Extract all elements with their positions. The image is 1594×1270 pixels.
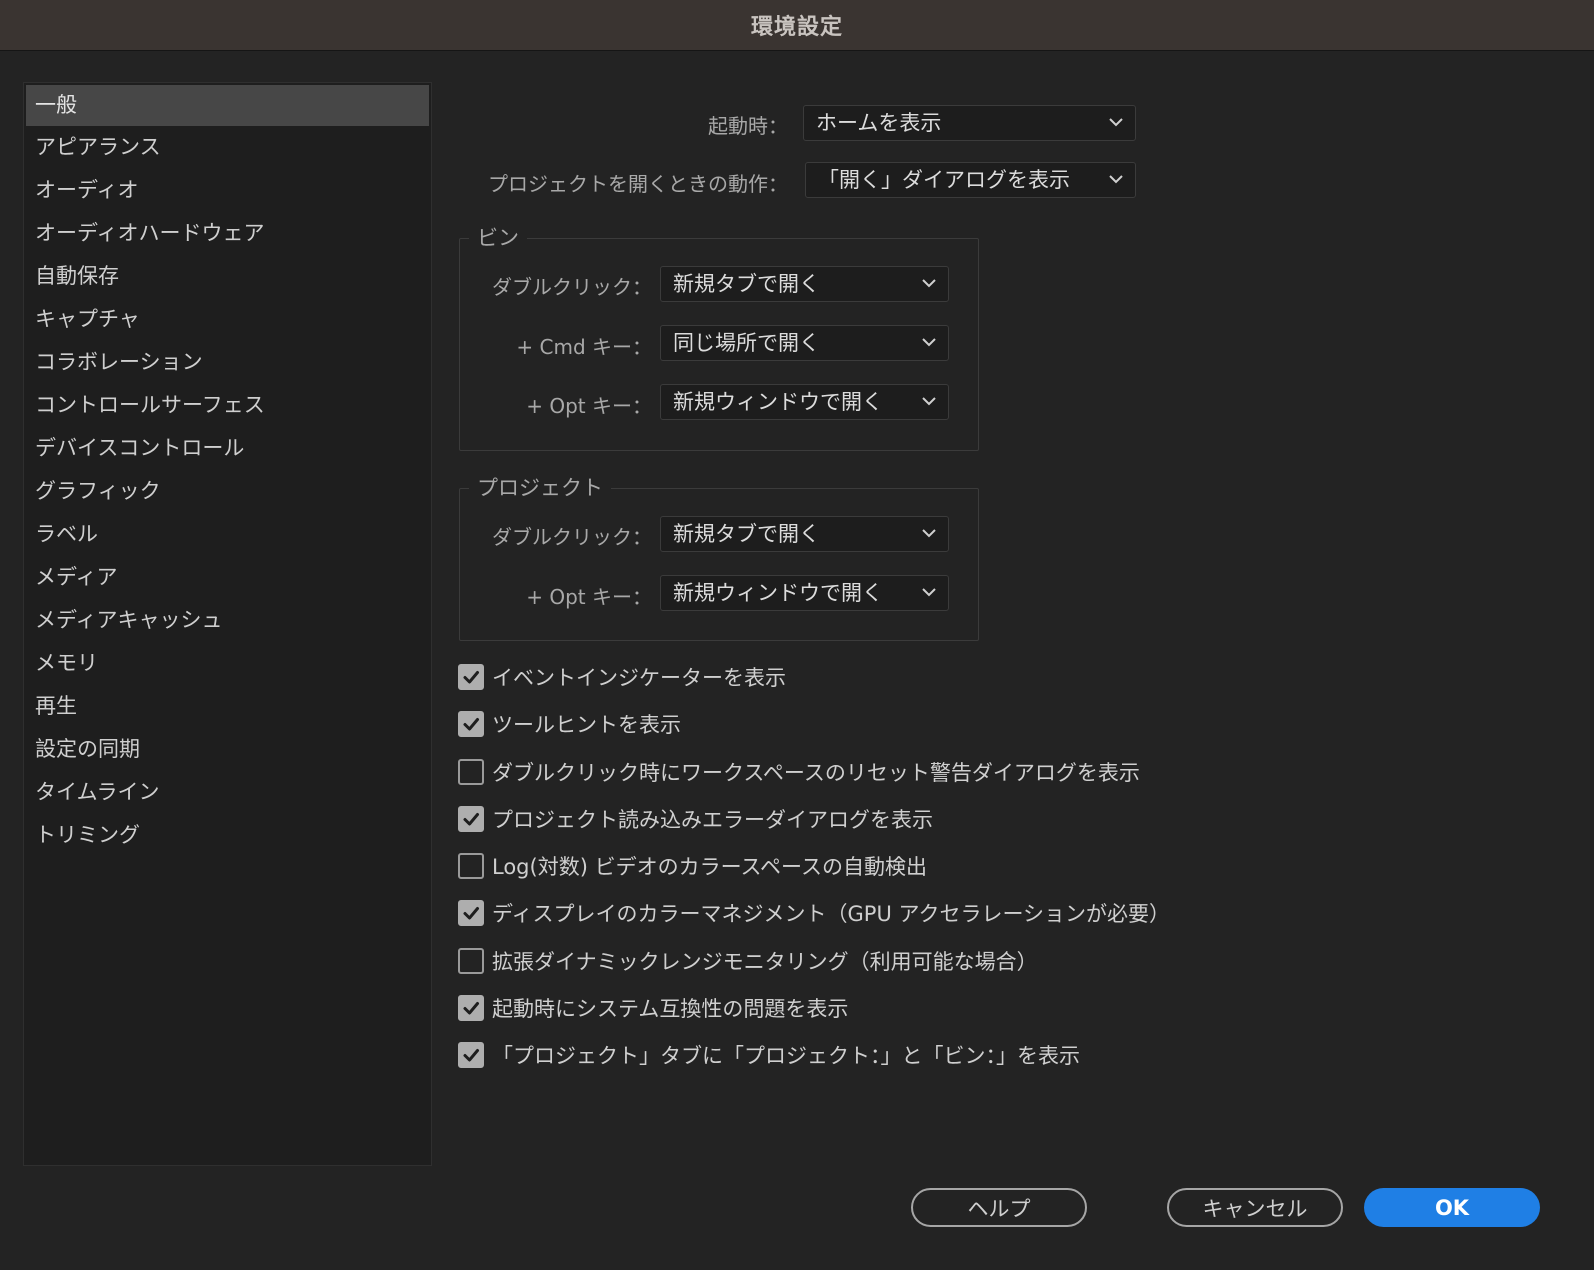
checkbox-label: Log(対数) ビデオのカラースペースの自動検出 [492,855,927,879]
checkbox-row[interactable]: ディスプレイのカラーマネジメント（GPU アクセラレーションが必要） [458,898,1170,928]
window-title: 環境設定 [0,0,1594,51]
checkbox-label: ディスプレイのカラーマネジメント（GPU アクセラレーションが必要） [492,902,1171,926]
checkbox-label: 拡張ダイナミックレンジモニタリング（利用可能な場合） [492,950,1038,974]
checkbox-row[interactable]: ダブルクリック時にワークスペースのリセット警告ダイアログを表示 [458,757,1140,787]
checkbox-unchecked[interactable] [458,853,484,879]
sidebar-item[interactable]: 設定の同期 [24,728,431,771]
startup-label: 起動時： [708,114,788,138]
project-opt-label: + Opt キー： [526,585,652,609]
category-sidebar: 一般 アピアランス オーディオ オーディオハードウェア 自動保存 キャプチャ コラボレーショ… [23,82,432,1166]
sidebar-item[interactable]: ラベル [24,513,431,556]
checkbox-checked[interactable] [458,806,484,832]
checkbox-label: プロジェクト読み込みエラーダイアログを表示 [492,808,933,832]
startup-select-value: ホームを表示 [816,111,942,135]
sidebar-item[interactable]: 自動保存 [24,255,431,298]
sidebar-item[interactable]: オーディオハードウェア [24,212,431,255]
open-project-label: プロジェクトを開くときの動作： [488,172,788,196]
sidebar-item[interactable]: メディア [24,556,431,599]
sidebar-item[interactable]: 一般 [26,85,429,126]
checkbox-row[interactable]: プロジェクト読み込みエラーダイアログを表示 [458,804,933,834]
chevron-down-icon [922,588,936,597]
checkbox-label: 「プロジェクト」タブに「プロジェクト：」と「ビン：」を表示 [492,1044,1080,1068]
checkmark-icon [463,813,479,826]
sidebar-item[interactable]: グラフィック [24,470,431,513]
bins-cmd-select[interactable]: 同じ場所で開く [660,325,949,361]
bins-opt-label: + Opt キー： [526,394,652,418]
sidebar-item[interactable]: メモリ [24,642,431,685]
checkbox-label: イベントインジケーターを表示 [492,666,786,690]
checkmark-icon [463,718,479,731]
cancel-button[interactable]: キャンセル [1167,1188,1343,1227]
chevron-down-icon [922,397,936,406]
project-opt-select[interactable]: 新規ウィンドウで開く [660,575,949,611]
checkbox-row[interactable]: 起動時にシステム互換性の問題を表示 [458,993,848,1023]
sidebar-item[interactable]: アピアランス [24,126,431,169]
chevron-down-icon [922,338,936,347]
checkbox-row[interactable]: ツールヒントを表示 [458,709,681,739]
project-double-click-select[interactable]: 新規タブで開く [660,516,949,552]
checkbox-unchecked[interactable] [458,948,484,974]
chevron-down-icon [1109,175,1123,184]
checkbox-checked[interactable] [458,995,484,1021]
sidebar-item[interactable]: オーディオ [24,169,431,212]
bins-opt-value: 新規ウィンドウで開く [673,390,883,414]
sidebar-item[interactable]: トリミング [24,814,431,857]
bins-group-title: ビン [469,222,527,252]
checkbox-checked[interactable] [458,900,484,926]
open-project-select[interactable]: 「開く」ダイアログを表示 [805,162,1136,198]
checkbox-checked[interactable] [458,1042,484,1068]
bins-cmd-value: 同じ場所で開く [673,331,820,355]
checkmark-icon [463,1049,479,1062]
project-group [459,488,979,641]
sidebar-item[interactable]: コントロールサーフェス [24,384,431,427]
bins-double-click-value: 新規タブで開く [673,272,820,296]
chevron-down-icon [1109,118,1123,127]
sidebar-item[interactable]: コラボレーション [24,341,431,384]
project-double-click-label: ダブルクリック： [492,525,652,549]
chevron-down-icon [922,279,936,288]
project-double-click-value: 新規タブで開く [673,522,820,546]
checkbox-row[interactable]: Log(対数) ビデオのカラースペースの自動検出 [458,851,927,881]
sidebar-item[interactable]: タイムライン [24,771,431,814]
startup-select[interactable]: ホームを表示 [803,105,1136,141]
help-button[interactable]: ヘルプ [911,1188,1087,1227]
sidebar-item[interactable]: 再生 [24,685,431,728]
checkbox-row[interactable]: 拡張ダイナミックレンジモニタリング（利用可能な場合） [458,946,1038,976]
checkbox-unchecked[interactable] [458,759,484,785]
checkmark-icon [463,1002,479,1015]
checkbox-checked[interactable] [458,711,484,737]
sidebar-item[interactable]: デバイスコントロール [24,427,431,470]
bins-double-click-select[interactable]: 新規タブで開く [660,266,949,302]
sidebar-item[interactable]: メディアキャッシュ [24,599,431,642]
sidebar-item[interactable]: キャプチャ [24,298,431,341]
checkbox-row[interactable]: イベントインジケーターを表示 [458,662,786,692]
checkbox-label: ダブルクリック時にワークスペースのリセット警告ダイアログを表示 [492,761,1140,785]
checkbox-checked[interactable] [458,664,484,690]
bins-cmd-label: + Cmd キー： [516,335,652,359]
checkbox-label: ツールヒントを表示 [492,713,681,737]
checkbox-label: 起動時にシステム互換性の問題を表示 [492,997,849,1021]
open-project-select-value: 「開く」ダイアログを表示 [818,168,1070,192]
checkmark-icon [463,671,479,684]
project-group-title: プロジェクト [469,472,611,502]
ok-button[interactable]: OK [1364,1188,1540,1227]
bins-double-click-label: ダブルクリック： [492,275,652,299]
checkmark-icon [463,907,479,920]
chevron-down-icon [922,529,936,538]
bins-opt-select[interactable]: 新規ウィンドウで開く [660,384,949,420]
checkbox-row[interactable]: 「プロジェクト」タブに「プロジェクト：」と「ビン：」を表示 [458,1040,1080,1070]
project-opt-value: 新規ウィンドウで開く [673,581,883,605]
